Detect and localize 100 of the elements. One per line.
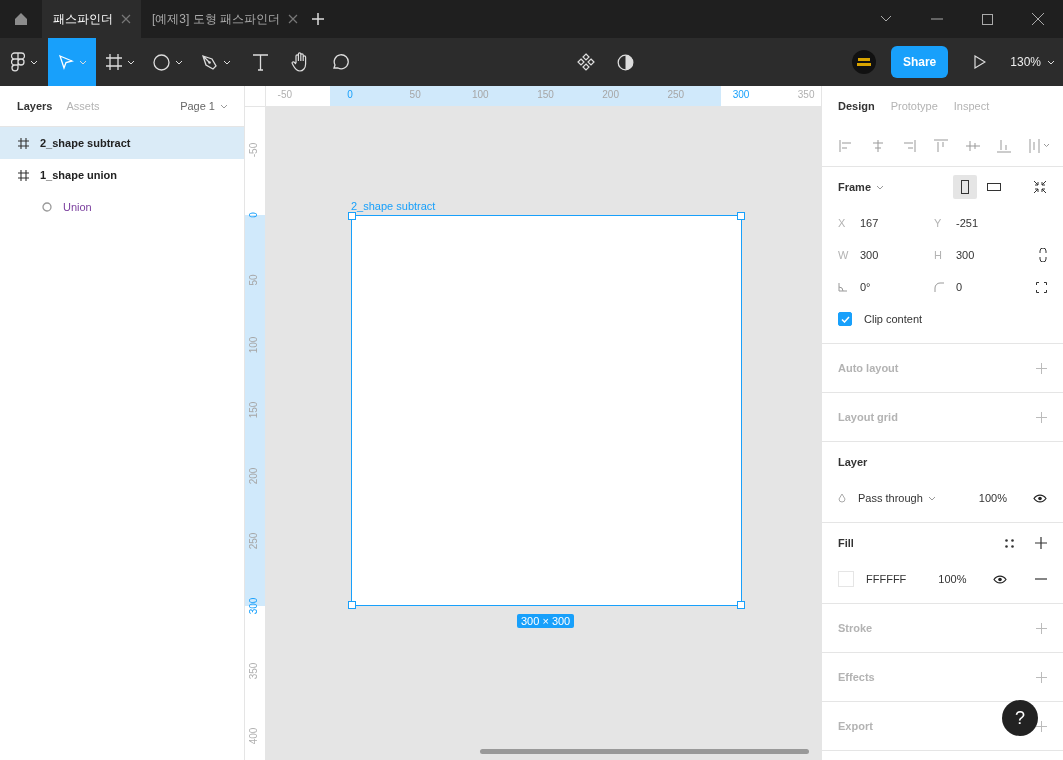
maximize-icon[interactable]	[982, 13, 993, 25]
eye-icon[interactable]	[993, 574, 1007, 584]
caret-icon	[126, 59, 135, 65]
ruler-label: 350	[248, 662, 259, 680]
angle-icon	[838, 282, 848, 292]
checkbox[interactable]	[838, 312, 852, 326]
rotation-field[interactable]: 0°	[838, 271, 934, 303]
ruler-label: 150	[537, 89, 554, 100]
field-value: 300	[956, 249, 975, 261]
ruler-label: 250	[248, 532, 259, 550]
tab-title: [예제3] 도형 패스파인더	[152, 10, 280, 28]
panel-tab[interactable]: Design	[838, 100, 875, 112]
check-icon	[840, 315, 850, 323]
panel-tab[interactable]: Layers	[17, 100, 53, 112]
frame-icon	[105, 54, 122, 70]
layer-name: 2_shape subtract	[40, 137, 131, 149]
chevron-icon[interactable]	[880, 15, 892, 23]
contrast-icon[interactable]	[617, 53, 635, 71]
ruler-label: 200	[248, 467, 259, 484]
field-value: 0	[956, 281, 963, 293]
field-value: 167	[860, 217, 879, 229]
resize-handle[interactable]	[737, 601, 745, 609]
clip-content-checkbox[interactable]: Clip content	[838, 303, 1047, 335]
page-dropdown[interactable]: Page 1	[180, 100, 228, 112]
resize-to-fit-icon[interactable]	[1033, 180, 1047, 194]
caret-icon	[78, 59, 87, 65]
text-icon	[252, 53, 268, 71]
frame-icon	[18, 169, 29, 181]
blend-mode-dropdown[interactable]: Pass through	[858, 492, 936, 504]
plus-icon[interactable]	[1035, 537, 1047, 549]
ruler-label: 300	[248, 597, 259, 615]
caret-icon	[927, 495, 936, 501]
section-title: Fill	[838, 537, 854, 549]
field-value: 0°	[860, 281, 871, 293]
avatar-icon[interactable]	[851, 50, 876, 74]
number-field[interactable]: H 300	[934, 239, 1030, 271]
number-field[interactable]: Y -251	[934, 207, 1030, 239]
plus-icon[interactable]	[1036, 720, 1047, 732]
ruler-label: 300	[732, 89, 750, 100]
field-value: -251	[956, 217, 979, 229]
ruler-label: 350	[797, 89, 815, 100]
resize-handle[interactable]	[737, 212, 745, 220]
field-label: W	[838, 249, 848, 261]
color-swatch[interactable]	[838, 571, 854, 587]
field-value: 300	[860, 249, 879, 261]
independent-corners-icon[interactable]	[1036, 281, 1047, 293]
close-icon[interactable]	[288, 14, 298, 24]
caret-icon[interactable]	[876, 184, 885, 190]
file-tab[interactable]: [예제3] 도형 패스파인더	[141, 0, 308, 38]
file-tab[interactable]: 패스파인더	[42, 0, 141, 38]
radius-field[interactable]: 0	[934, 271, 1030, 303]
portrait-toggle[interactable]	[953, 175, 977, 199]
ruler-label: 250	[667, 89, 685, 100]
ruler-label: 50	[409, 89, 421, 100]
caret-icon	[29, 59, 38, 65]
ruler-label: 100	[248, 337, 259, 354]
close-icon[interactable]	[121, 14, 131, 24]
layer-row[interactable]: 1_shape union	[0, 159, 244, 191]
eye-icon[interactable]	[1033, 493, 1047, 503]
constrain-proportions-icon[interactable]	[1039, 248, 1047, 262]
tab-title: 패스파인더	[53, 10, 113, 28]
section-title: Layer	[838, 456, 868, 468]
resize-handle[interactable]	[348, 212, 356, 220]
corner-radius-icon	[934, 282, 944, 292]
layer-name: 1_shape union	[40, 169, 118, 181]
ruler-label: -50	[277, 89, 293, 100]
opacity-value[interactable]: 100%	[938, 573, 967, 585]
new-tab-icon[interactable]	[312, 13, 324, 25]
styles-icon[interactable]	[1005, 538, 1014, 548]
ruler-label: 150	[248, 402, 259, 419]
checkbox-label: Clip content	[864, 313, 923, 325]
scrollbar[interactable]	[480, 749, 809, 754]
ruler-label: 0	[347, 89, 353, 100]
layer-name: Union	[63, 201, 92, 213]
field-label: Y	[934, 217, 943, 229]
ruler-label: 100	[472, 89, 489, 100]
hand-icon	[291, 52, 309, 72]
section-title[interactable]: Frame	[838, 181, 872, 193]
drop-icon	[838, 492, 846, 504]
field-label: H	[934, 249, 943, 261]
layer-row[interactable]: Union	[0, 191, 244, 223]
ruler-label: 50	[248, 274, 259, 286]
zoom-dropdown[interactable]: 130%	[1010, 55, 1055, 69]
close-icon[interactable]	[1032, 13, 1044, 25]
opacity-value[interactable]: 100%	[978, 492, 1007, 504]
help-button[interactable]: ?	[1002, 700, 1038, 736]
caret-icon	[1047, 59, 1055, 65]
caret-icon	[175, 59, 183, 65]
frame-icon	[18, 137, 29, 149]
hex-value[interactable]: FFFFFF	[866, 573, 907, 585]
ruler-label: 400	[248, 727, 259, 745]
landscape-icon	[987, 183, 1001, 191]
caret-icon	[223, 59, 231, 65]
number-field[interactable]: W 300	[838, 239, 934, 271]
layer-row[interactable]: 2_shape subtract	[0, 127, 244, 159]
resize-handle[interactable]	[348, 601, 356, 609]
play-icon[interactable]	[974, 55, 987, 69]
home-icon	[14, 12, 28, 26]
number-field[interactable]: X 167	[838, 207, 934, 239]
component-icon[interactable]	[577, 53, 596, 71]
